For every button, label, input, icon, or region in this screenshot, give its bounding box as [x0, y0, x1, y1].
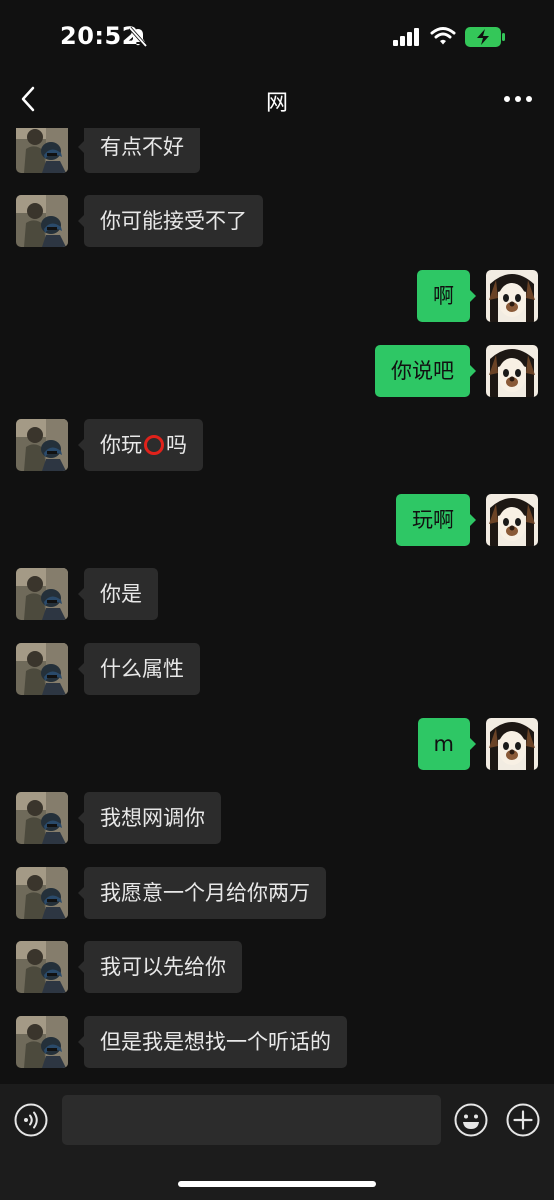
home-indicator[interactable]: [178, 1181, 376, 1187]
message-row-outgoing: 你说吧: [0, 345, 554, 401]
signal-icon: [393, 28, 419, 46]
chat-title: 网: [265, 91, 288, 116]
wifi-icon: [430, 27, 456, 45]
my-avatar[interactable]: [486, 345, 538, 397]
message-row-incoming: 我愿意一个月给你两万: [0, 867, 554, 923]
red-circle-emoji-icon: [144, 434, 164, 455]
message-row-incoming: 什么属性: [0, 643, 554, 699]
contact-avatar[interactable]: [16, 1016, 68, 1068]
message-row-outgoing: 啊: [0, 270, 554, 326]
message-row-incoming: 你是: [0, 568, 554, 624]
message-row-outgoing: m: [0, 718, 554, 774]
message-row-incoming: 你玩吗: [0, 419, 554, 475]
contact-avatar[interactable]: [16, 643, 68, 695]
contact-avatar[interactable]: [16, 419, 68, 471]
message-bubble[interactable]: 啊: [417, 270, 476, 322]
message-bubble[interactable]: 你可能接受不了: [78, 195, 263, 247]
message-bubble[interactable]: 玩啊: [396, 494, 476, 546]
message-bubble[interactable]: 你玩吗: [78, 419, 203, 471]
message-bubble[interactable]: 你说吧: [375, 345, 476, 397]
message-row-incoming: 我想网调你: [0, 792, 554, 848]
message-bubble[interactable]: 有点不好: [78, 128, 200, 173]
message-bubble[interactable]: 什么属性: [78, 643, 200, 695]
more-dots-icon[interactable]: [502, 86, 534, 112]
message-text: 你玩: [100, 433, 142, 457]
message-bubble[interactable]: 但是我是想找一个听话的: [78, 1016, 347, 1068]
plus-circle-icon[interactable]: [506, 1103, 540, 1137]
bell-slash-icon: [128, 26, 148, 48]
message-bubble[interactable]: 我可以先给你: [78, 941, 242, 993]
status-bar: 20:52: [0, 0, 554, 72]
battery-charging-icon: [465, 27, 505, 47]
contact-avatar[interactable]: [16, 568, 68, 620]
my-avatar[interactable]: [486, 718, 538, 770]
contact-avatar[interactable]: [16, 128, 68, 173]
contact-avatar[interactable]: [16, 867, 68, 919]
contact-avatar[interactable]: [16, 941, 68, 993]
message-row-incoming: 你可能接受不了: [0, 195, 554, 251]
my-avatar[interactable]: [486, 270, 538, 322]
input-bar: [0, 1084, 554, 1200]
my-avatar[interactable]: [486, 494, 538, 546]
emoji-smile-icon[interactable]: [454, 1103, 488, 1137]
message-bubble[interactable]: 我想网调你: [78, 792, 221, 844]
message-list[interactable]: 有点不好 你可能接受不了 啊 你说吧 你玩吗 玩啊 你是 什么属性 m 我想网调…: [0, 128, 554, 1084]
message-text: 吗: [166, 433, 187, 457]
message-row-incoming: 有点不好: [0, 128, 554, 177]
message-row-incoming: 我可以先给你: [0, 941, 554, 997]
nav-bar: 网: [0, 72, 554, 128]
chat-screen: 20:52 网 有点不好 你可能接受不了 啊 你说吧 你玩 吗 玩啊 你是 什么…: [0, 0, 554, 1200]
message-input[interactable]: [62, 1095, 441, 1145]
contact-avatar[interactable]: [16, 195, 68, 247]
message-bubble[interactable]: 你是: [78, 568, 158, 620]
message-row-incoming: 但是我是想找一个听话的: [0, 1016, 554, 1072]
message-row-outgoing: 玩啊: [0, 494, 554, 550]
message-bubble[interactable]: m: [417, 718, 477, 770]
message-bubble[interactable]: 我愿意一个月给你两万: [78, 867, 326, 919]
voice-icon[interactable]: [14, 1103, 48, 1137]
contact-avatar[interactable]: [16, 792, 68, 844]
